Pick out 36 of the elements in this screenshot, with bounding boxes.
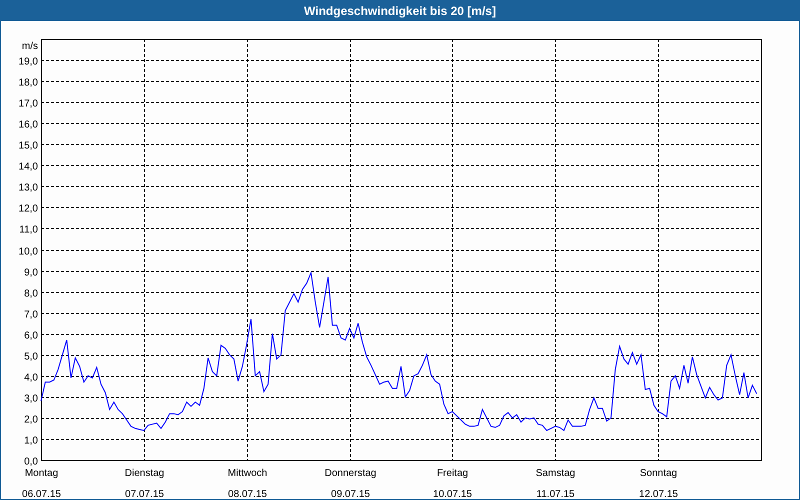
y-tick-label: 9,0: [24, 268, 38, 278]
y-tick-label: 2,0: [24, 414, 38, 426]
date-label: 12.07.15: [639, 489, 678, 499]
day-label: Sonntag: [640, 468, 678, 479]
y-tick-label: 4,0: [24, 372, 38, 384]
y-tick-label: 16,0: [18, 120, 38, 130]
day-label: Dienstag: [124, 468, 164, 479]
y-tick-label: 11,0: [19, 224, 38, 236]
y-tick-label: 12,0: [18, 204, 38, 214]
day-label: Mittwoch: [228, 468, 268, 479]
y-tick-label: 8,0: [24, 288, 38, 300]
y-tick-label: 15,0: [18, 140, 38, 152]
y-tick-label: 7,0: [24, 310, 38, 320]
date-label: 09.07.15: [331, 489, 370, 499]
date-label: 10.07.15: [433, 489, 472, 499]
date-label: 11.07.15: [536, 489, 575, 499]
day-label: Freitag: [436, 468, 468, 479]
day-label: Donnerstag: [324, 468, 376, 479]
date-label: 06.07.15: [22, 489, 61, 499]
y-tick-label: 19,0: [18, 56, 38, 68]
day-label: Montag: [24, 468, 58, 479]
day-label: Samstag: [536, 468, 576, 479]
y-tick-label: 13,0: [18, 182, 38, 194]
window-title: Windgeschwindigkeit bis 20 [m/s]: [304, 5, 496, 17]
date-label: 07.07.15: [125, 489, 164, 499]
y-tick-label: 14,0: [18, 162, 38, 172]
y-tick-label: 3,0: [24, 394, 38, 404]
y-tick-label: 5,0: [24, 352, 38, 362]
y-tick-label: 6,0: [24, 330, 38, 342]
y-tick-label: 1,0: [24, 436, 38, 446]
y-tick-label: 10,0: [18, 246, 38, 258]
y-tick-label: 18,0: [18, 78, 38, 88]
date-label: 08.07.15: [228, 489, 267, 499]
y-tick-label: 0,0: [24, 456, 38, 468]
axis-label: m/s: [22, 41, 38, 52]
y-tick-label: 17,0: [18, 98, 38, 110]
